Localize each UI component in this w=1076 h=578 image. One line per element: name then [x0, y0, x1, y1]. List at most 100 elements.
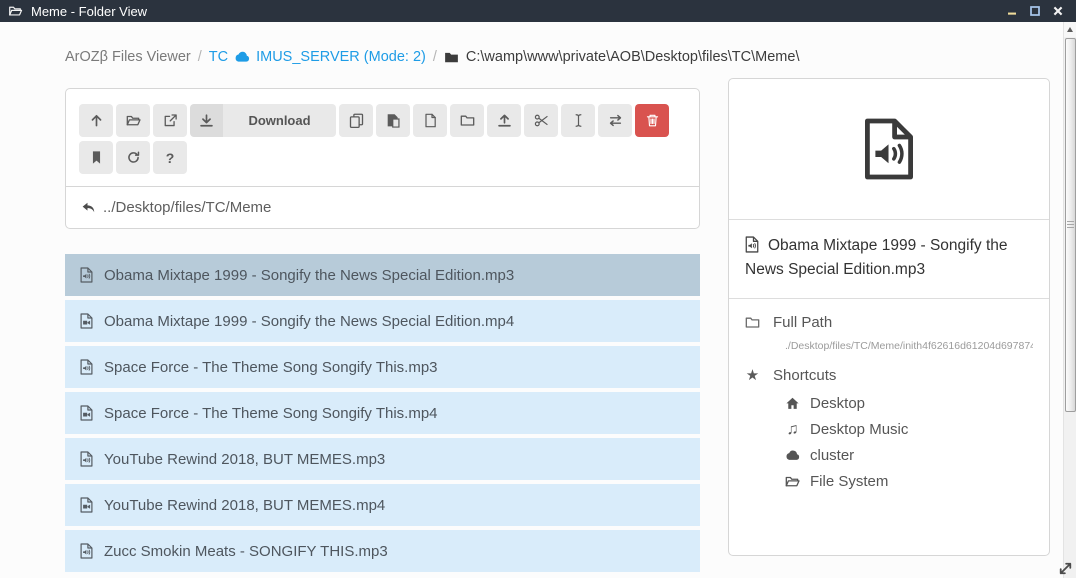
open-button[interactable]: [116, 104, 150, 137]
shortcut-item-file-system[interactable]: File System: [745, 473, 1033, 490]
audio-file-icon: [80, 543, 93, 559]
toolbar: Download ?: [66, 89, 699, 186]
minimize-icon: [1007, 6, 1017, 16]
breadcrumb-separator: /: [433, 49, 437, 65]
close-button[interactable]: [1051, 4, 1065, 18]
copy-button[interactable]: [339, 104, 373, 137]
minimize-button[interactable]: [1005, 4, 1019, 18]
scrollbar-thumb[interactable]: [1065, 38, 1076, 412]
reply-arrow-icon: [81, 201, 96, 214]
external-link-icon: [163, 113, 178, 128]
shortcut-label: cluster: [810, 447, 854, 464]
breadcrumb: ArOZβ Files Viewer / TC IMUS_SERVER (Mod…: [65, 49, 799, 65]
window-title: Meme - Folder View: [31, 4, 147, 19]
home-icon: [785, 396, 800, 411]
rename-button[interactable]: [561, 104, 595, 137]
paste-button[interactable]: [376, 104, 410, 137]
upload-button[interactable]: [487, 104, 521, 137]
breadcrumb-server-label: IMUS_SERVER (Mode: 2): [256, 49, 426, 65]
folder-outline-icon: [745, 315, 760, 330]
cloud-icon: [785, 448, 800, 463]
new-file-button[interactable]: [413, 104, 447, 137]
bookmark-button[interactable]: [79, 141, 113, 174]
audio-file-icon: [80, 359, 93, 375]
shortcut-label: File System: [810, 473, 888, 490]
audio-file-icon: [80, 267, 93, 283]
breadcrumb-current-path[interactable]: C:\wamp\www\private\AOB\Desktop\files\TC…: [444, 49, 800, 65]
shortcuts-header: ★ Shortcuts: [745, 367, 1033, 384]
download-icon-wrap: [190, 104, 223, 137]
folder-open-icon: [785, 474, 800, 489]
file-row[interactable]: Space Force - The Theme Song Songify Thi…: [65, 346, 700, 388]
move-button[interactable]: [598, 104, 632, 137]
new-folder-button[interactable]: [450, 104, 484, 137]
refresh-button[interactable]: [116, 141, 150, 174]
maximize-icon: [1030, 6, 1040, 16]
video-file-icon: [80, 497, 93, 513]
new-folder-icon: [460, 113, 475, 128]
cut-button[interactable]: [524, 104, 558, 137]
file-name: YouTube Rewind 2018, BUT MEMES.mp4: [104, 497, 385, 514]
vertical-scrollbar: [1063, 22, 1076, 578]
shortcut-label: Desktop: [810, 395, 865, 412]
shortcut-item-desktop[interactable]: Desktop: [745, 395, 1033, 412]
toolbar-row-2: ?: [79, 141, 686, 174]
file-name: Space Force - The Theme Song Songify Thi…: [104, 359, 438, 376]
copy-icon: [349, 113, 364, 128]
star-icon: ★: [745, 368, 760, 383]
file-row[interactable]: YouTube Rewind 2018, BUT MEMES.mp4: [65, 484, 700, 526]
download-button[interactable]: Download: [190, 104, 336, 137]
selected-file-name-label: Obama Mixtape 1999 - Songify the News Sp…: [745, 237, 1008, 278]
file-name: Obama Mixtape 1999 - Songify the News Sp…: [104, 313, 514, 330]
file-row[interactable]: Space Force - The Theme Song Songify Thi…: [65, 392, 700, 434]
current-path-bar[interactable]: ../Desktop/files/TC/Meme: [66, 186, 699, 228]
folder-open-icon: [126, 113, 141, 128]
file-properties-panel: Obama Mixtape 1999 - Songify the News Sp…: [728, 78, 1050, 556]
file-name: Obama Mixtape 1999 - Songify the News Sp…: [104, 267, 514, 284]
delete-button[interactable]: [635, 104, 669, 137]
video-file-icon: [80, 405, 93, 421]
file-row[interactable]: Zucc Smokin Meats - SONGIFY THIS.mp3: [65, 530, 700, 572]
full-path-label: Full Path: [773, 314, 832, 331]
help-button[interactable]: ?: [153, 141, 187, 174]
toolbar-row-1: Download: [79, 104, 686, 137]
breadcrumb-server-link[interactable]: TC IMUS_SERVER (Mode: 2): [209, 49, 426, 65]
file-row[interactable]: Obama Mixtape 1999 - Songify the News Sp…: [65, 254, 700, 296]
file-details: Full Path ./Desktop/files/TC/Meme/inith4…: [729, 299, 1049, 514]
video-file-icon: [80, 313, 93, 329]
shortcut-item-cluster[interactable]: cluster: [745, 447, 1033, 464]
full-path-header: Full Path: [745, 314, 1033, 331]
scissors-icon: [534, 113, 549, 128]
text-cursor-icon: [571, 113, 586, 128]
folder-open-icon: [8, 4, 23, 18]
file-name: Space Force - The Theme Song Songify Thi…: [104, 405, 438, 422]
open-in-new-window-button[interactable]: [153, 104, 187, 137]
maximize-button[interactable]: [1028, 4, 1042, 18]
window-resize-grip[interactable]: [1057, 560, 1074, 577]
file-name: Zucc Smokin Meats - SONGIFY THIS.mp3: [104, 543, 388, 560]
refresh-icon: [126, 150, 141, 165]
new-file-icon: [423, 113, 438, 128]
trash-icon: [645, 113, 660, 128]
triangle-up-icon: [1067, 27, 1073, 32]
go-up-button[interactable]: [79, 104, 113, 137]
audio-file-icon: [80, 451, 93, 467]
file-row[interactable]: YouTube Rewind 2018, BUT MEMES.mp3: [65, 438, 700, 480]
music-icon: ♫: [785, 422, 800, 437]
toolbar-card: Download ? ../Desktop/files/TC/Meme: [65, 88, 700, 229]
current-path-label: ../Desktop/files/TC/Meme: [103, 199, 271, 216]
file-row[interactable]: Obama Mixtape 1999 - Songify the News Sp…: [65, 300, 700, 342]
arrow-up-icon: [89, 113, 104, 128]
shortcuts-label: Shortcuts: [773, 367, 836, 384]
shortcut-label: Desktop Music: [810, 421, 908, 438]
shortcut-item-desktop-music[interactable]: ♫ Desktop Music: [745, 421, 1033, 438]
scrollbar-up-button[interactable]: [1064, 22, 1076, 37]
upload-icon: [497, 113, 512, 128]
full-path-value: ./Desktop/files/TC/Meme/inith4f62616d612…: [745, 340, 1033, 352]
breadcrumb-path-label: C:\wamp\www\private\AOB\Desktop\files\TC…: [466, 49, 800, 65]
cloud-icon: [234, 49, 250, 65]
file-preview: [729, 79, 1049, 220]
audio-file-icon: [745, 236, 759, 253]
window-controls: [1005, 4, 1068, 18]
window-titlebar: Meme - Folder View: [0, 0, 1076, 22]
